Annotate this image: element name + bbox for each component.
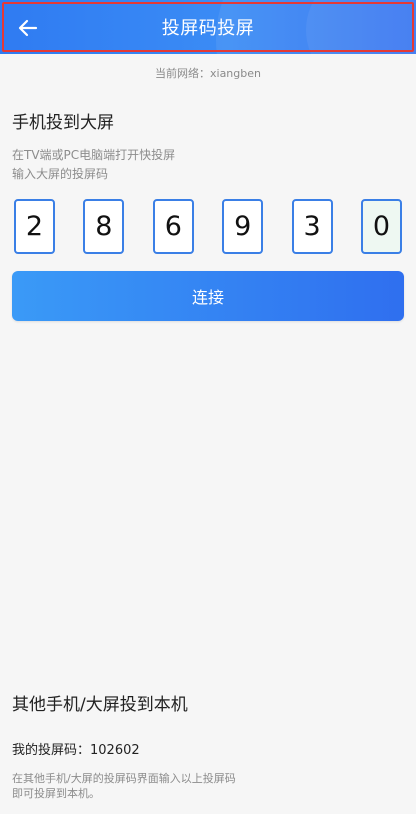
code-digit-4[interactable]: 9 — [222, 199, 264, 254]
my-cast-code: 我的投屏码：102602 — [12, 743, 140, 758]
code-digit-3[interactable]: 6 — [152, 199, 194, 254]
code-digit-1[interactable]: 2 — [14, 199, 55, 254]
receive-section-title: 其他手机/大屏投到本机 — [12, 695, 188, 715]
code-digit-2[interactable]: 8 — [83, 199, 125, 254]
code-input-row: 2 8 6 9 3 0 — [14, 199, 402, 256]
header-highlight-frame — [2, 2, 414, 52]
cast-hint-line2: 输入大屏的投屏码 — [12, 167, 109, 181]
receive-hint-line2: 即可投屏到本机。 — [12, 787, 100, 800]
code-digit-5[interactable]: 3 — [291, 199, 333, 254]
cast-section-title: 手机投到大屏 — [12, 113, 114, 133]
receive-hint-line1: 在其他手机/大屏的投屏码界面输入以上投屏码 — [12, 772, 236, 785]
cast-hint-line1: 在TV端或PC电脑端打开快投屏 — [12, 148, 176, 162]
header-bar: 投屏码投屏 — [0, 0, 416, 54]
network-status: 当前网络：xiangben — [155, 67, 261, 80]
code-digit-6[interactable]: 0 — [360, 199, 402, 254]
connect-button[interactable]: 连接 — [12, 271, 404, 321]
